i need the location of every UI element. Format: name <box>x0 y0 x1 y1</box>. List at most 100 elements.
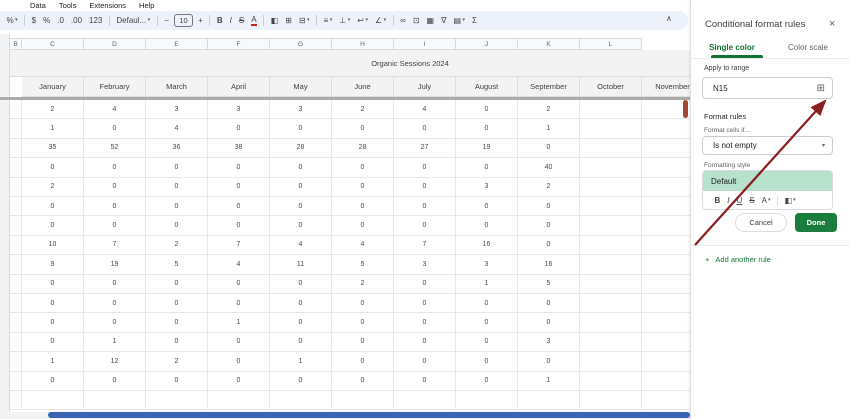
cell[interactable] <box>580 352 642 371</box>
borders-button[interactable]: ⊞ <box>282 17 296 25</box>
cell[interactable]: 0 <box>456 372 518 391</box>
cell[interactable]: 3 <box>456 178 518 197</box>
cell[interactable] <box>580 313 642 332</box>
cell[interactable]: 0 <box>270 119 332 138</box>
cell[interactable]: 3 <box>518 333 580 352</box>
cell[interactable]: 0 <box>332 158 394 177</box>
cell[interactable]: 0 <box>332 197 394 216</box>
cell[interactable] <box>642 372 690 391</box>
filter-views-button[interactable]: ▤▾ <box>450 17 469 25</box>
cell[interactable]: 2 <box>332 100 394 119</box>
filter-button[interactable]: ∇ <box>438 17 450 25</box>
cell[interactable]: 1 <box>22 119 84 138</box>
cell[interactable]: 0 <box>456 352 518 371</box>
month-header-cell[interactable]: March <box>146 77 208 97</box>
cell[interactable] <box>10 352 22 371</box>
cell[interactable]: 0 <box>332 216 394 235</box>
month-header-cell[interactable]: June <box>332 77 394 97</box>
cell[interactable]: 0 <box>518 197 580 216</box>
cell[interactable]: 2 <box>146 352 208 371</box>
cell[interactable]: 0 <box>394 119 456 138</box>
format-currency-button[interactable]: $ <box>28 17 39 25</box>
vertical-align-button[interactable]: ⊥▾ <box>336 17 354 25</box>
text-wrap-button[interactable]: ↩▾ <box>354 17 372 25</box>
cell[interactable]: 0 <box>208 352 270 371</box>
cell[interactable]: 0 <box>84 158 146 177</box>
cell[interactable]: 11 <box>270 255 332 274</box>
cell[interactable]: 0 <box>456 100 518 119</box>
cell[interactable]: 2 <box>332 275 394 294</box>
cell[interactable]: 0 <box>208 216 270 235</box>
menu-extensions[interactable]: Extensions <box>89 1 126 10</box>
insert-link-button[interactable]: ∞ <box>397 17 410 25</box>
cell[interactable] <box>580 391 642 410</box>
cell[interactable]: 0 <box>146 372 208 391</box>
style-underline-button[interactable]: U <box>733 197 746 205</box>
cell[interactable]: 4 <box>146 119 208 138</box>
cell[interactable]: 0 <box>22 372 84 391</box>
cell[interactable]: 0 <box>22 216 84 235</box>
cell[interactable]: 27 <box>394 139 456 158</box>
cell[interactable]: 0 <box>270 372 332 391</box>
month-header-cell[interactable]: July <box>394 77 456 97</box>
cell[interactable] <box>10 333 22 352</box>
column-header-I[interactable]: I <box>394 38 456 50</box>
cell[interactable]: 0 <box>270 313 332 332</box>
cell[interactable]: 0 <box>208 178 270 197</box>
cell[interactable]: 0 <box>394 333 456 352</box>
cell[interactable]: 0 <box>332 178 394 197</box>
cell[interactable] <box>580 216 642 235</box>
cell[interactable]: 1 <box>518 119 580 138</box>
month-header-cell[interactable]: October <box>580 77 642 97</box>
column-header-J[interactable]: J <box>456 38 518 50</box>
cell[interactable]: 0 <box>456 216 518 235</box>
cell[interactable]: 38 <box>208 139 270 158</box>
cell[interactable]: 0 <box>146 294 208 313</box>
cell[interactable]: 0 <box>332 294 394 313</box>
cell[interactable]: 0 <box>270 178 332 197</box>
cell[interactable]: 0 <box>394 197 456 216</box>
cell[interactable]: 28 <box>332 139 394 158</box>
number-format-button[interactable]: 123 <box>86 17 106 25</box>
cell[interactable]: 1 <box>518 372 580 391</box>
cell[interactable] <box>642 119 690 138</box>
cell[interactable] <box>10 391 22 410</box>
cell[interactable]: 5 <box>518 275 580 294</box>
cell[interactable]: 0 <box>146 275 208 294</box>
cell[interactable]: 0 <box>208 197 270 216</box>
cell[interactable]: 0 <box>84 294 146 313</box>
cell[interactable] <box>580 197 642 216</box>
month-header-cell[interactable]: August <box>456 77 518 97</box>
cell[interactable] <box>10 216 22 235</box>
cell[interactable]: 12 <box>84 352 146 371</box>
cell[interactable] <box>10 236 22 255</box>
cell[interactable]: 0 <box>22 275 84 294</box>
cell[interactable]: 0 <box>270 275 332 294</box>
range-input[interactable]: N15 ⊞ <box>702 77 833 99</box>
cell[interactable]: 0 <box>22 313 84 332</box>
cell[interactable]: 0 <box>456 313 518 332</box>
cell[interactable]: 2 <box>146 236 208 255</box>
cell[interactable]: 5 <box>332 255 394 274</box>
cell[interactable]: 52 <box>84 139 146 158</box>
cell[interactable]: 0 <box>208 119 270 138</box>
cell[interactable] <box>642 294 690 313</box>
cell[interactable]: 9 <box>22 255 84 274</box>
cell[interactable]: 0 <box>332 313 394 332</box>
increase-font-size-button[interactable]: + <box>195 17 207 25</box>
cell[interactable] <box>580 275 642 294</box>
close-icon[interactable]: × <box>829 18 835 30</box>
month-header-cell[interactable]: January <box>22 77 84 97</box>
cell[interactable]: 1 <box>84 333 146 352</box>
column-header-D[interactable]: D <box>84 38 146 50</box>
cell[interactable]: 0 <box>394 313 456 332</box>
cell[interactable] <box>208 391 270 410</box>
horizontal-scrollbar-thumb[interactable] <box>48 412 690 418</box>
cell[interactable]: 0 <box>394 372 456 391</box>
cell[interactable] <box>10 313 22 332</box>
cell[interactable] <box>642 158 690 177</box>
cell[interactable] <box>10 158 22 177</box>
cell[interactable]: 0 <box>270 333 332 352</box>
cell[interactable]: 0 <box>146 333 208 352</box>
cell[interactable]: 35 <box>22 139 84 158</box>
